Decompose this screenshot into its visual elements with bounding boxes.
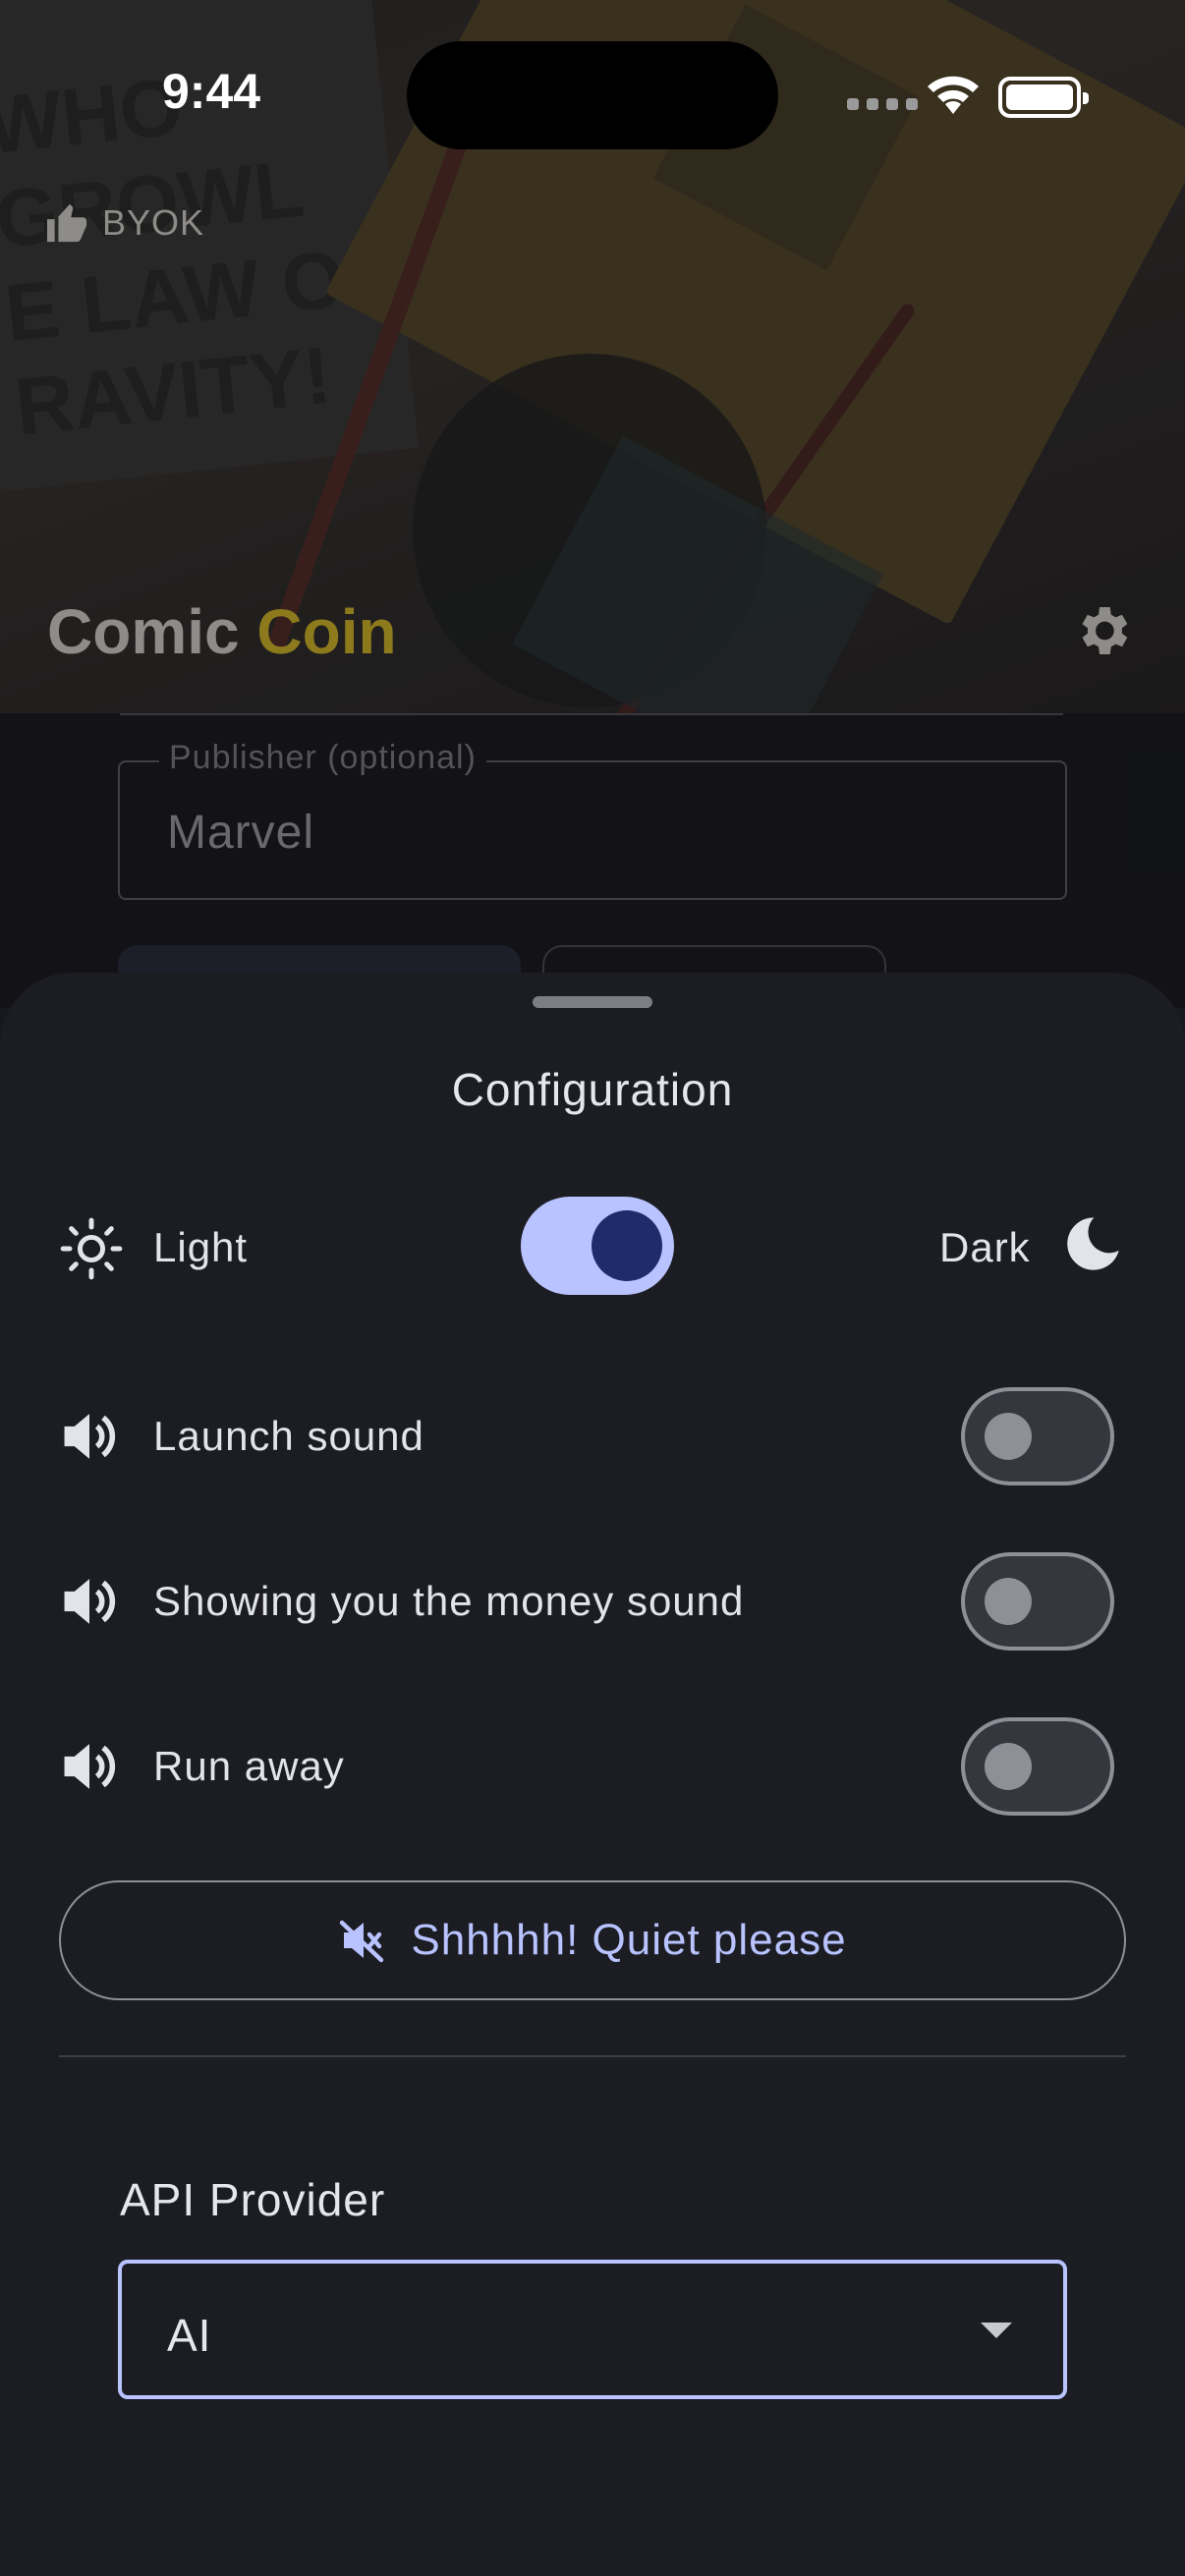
moon-icon [1067,1217,1119,1270]
toggle-knob [985,1413,1032,1460]
sound-row-launch: Launch sound [59,1387,1114,1485]
theme-row: Light Dark [59,1197,1126,1299]
wifi-icon [928,76,979,114]
drag-handle[interactable] [533,996,652,1008]
chevron-down-icon [981,2323,1012,2338]
toggle-knob [985,1578,1032,1625]
speaker-muted-icon [340,1920,384,1963]
sound-label: Run away [153,1743,345,1789]
status-time: 9:44 [162,64,261,119]
sun-icon [60,1217,123,1280]
battery-icon [998,77,1089,118]
theme-toggle[interactable] [521,1197,674,1295]
toggle-knob [985,1743,1032,1790]
quiet-please-label: Shhhhh! Quiet please [411,1916,847,1964]
theme-light-label: Light [153,1224,249,1270]
money-sound-toggle[interactable] [961,1552,1114,1651]
app-title-coin: Coin [256,596,397,667]
api-provider-dropdown[interactable]: AI [118,2260,1067,2399]
app-title-comic: Comic [47,596,257,667]
speaker-icon [64,1579,116,1624]
thumbs-up-icon [47,203,87,243]
api-provider-selected: AI [167,2310,212,2361]
theme-toggle-knob [592,1210,662,1281]
theme-dark-label: Dark [939,1224,1031,1270]
speaker-icon [64,1414,116,1459]
byok-indicator[interactable]: BYOK [45,202,204,244]
sound-row-money: Showing you the money sound [59,1552,1114,1651]
sound-label: Launch sound [153,1413,424,1459]
app-title: Comic Coin [47,595,397,668]
cellular-signal-icon [847,98,918,110]
run-away-sound-toggle[interactable] [961,1717,1114,1816]
api-provider-heading: API Provider [120,2174,386,2225]
sound-row-run-away: Run away [59,1717,1114,1816]
configuration-sheet: Configuration Light Dark Launch sound Sh… [0,973,1185,2576]
launch-sound-toggle[interactable] [961,1387,1114,1485]
dynamic-island [407,41,778,149]
status-bar: 9:44 [0,0,1185,196]
modal-scrim[interactable] [0,713,1185,1008]
byok-label: BYOK [102,202,205,243]
sound-label: Showing you the money sound [153,1578,745,1624]
speaker-icon [64,1744,116,1789]
section-divider [59,2055,1126,2057]
sheet-title: Configuration [451,1064,734,1115]
quiet-please-button[interactable]: Shhhhh! Quiet please [59,1880,1126,2000]
settings-gear-icon[interactable] [1071,599,1134,662]
